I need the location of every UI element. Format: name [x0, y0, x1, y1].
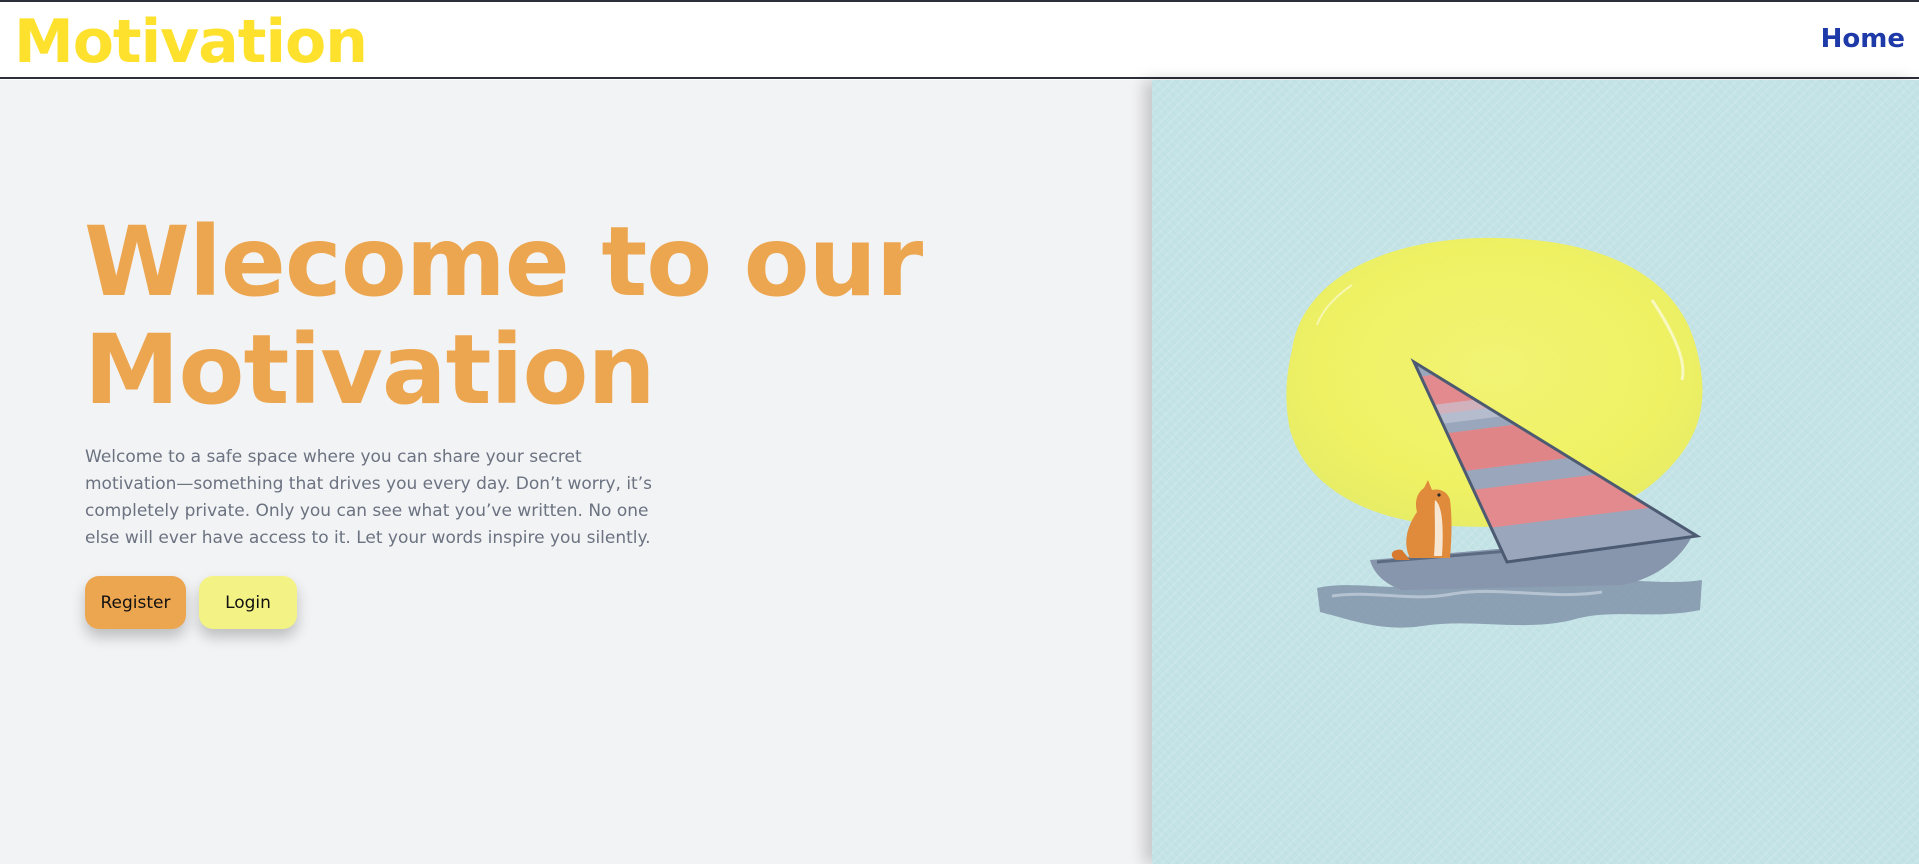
hero-section: Wlecome to our Motivation Welcome to a s… — [0, 80, 1152, 864]
main-content: Wlecome to our Motivation Welcome to a s… — [0, 80, 1919, 864]
illustration-panel — [1152, 80, 1919, 864]
top-navbar: Motivation Home — [0, 2, 1919, 79]
hero-title: Wlecome to our Motivation — [84, 206, 923, 426]
hero-description: Welcome to a safe space where you can sh… — [85, 447, 652, 548]
brand-logo[interactable]: Motivation — [14, 6, 368, 78]
sailboat-fox-illustration — [1286, 237, 1703, 628]
login-button[interactable]: Login — [199, 576, 297, 629]
nav-home-link[interactable]: Home — [1821, 24, 1905, 54]
register-button[interactable]: Register — [85, 576, 186, 629]
